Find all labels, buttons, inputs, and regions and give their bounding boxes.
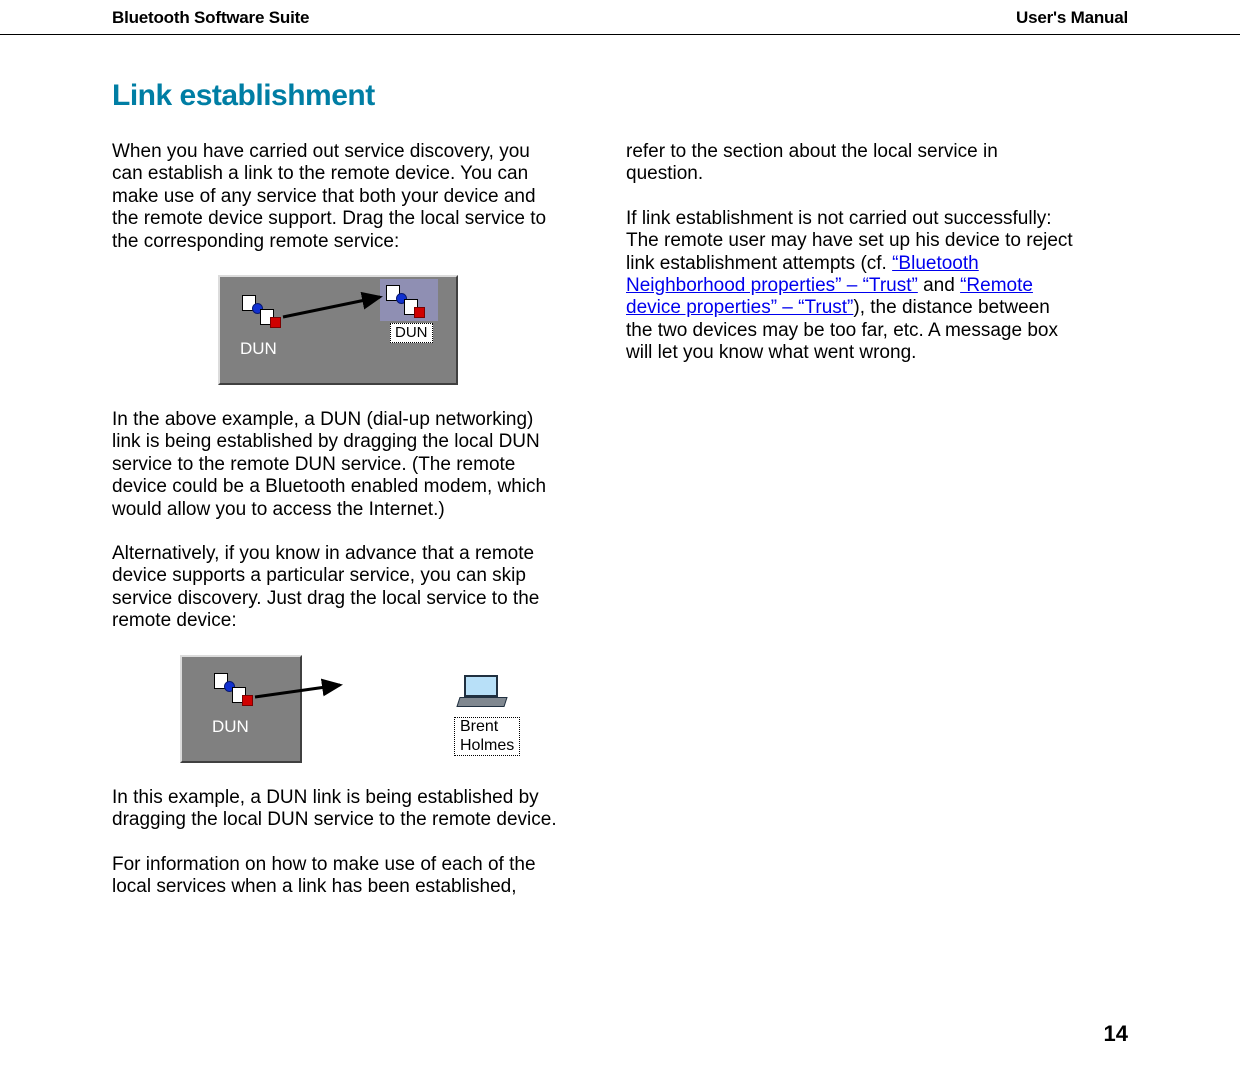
figure-drag-service-to-device: DUN Brent Holmes [112, 655, 564, 763]
column-right: refer to the section about the local ser… [626, 141, 1078, 916]
body-text: In the above example, a DUN (dial-up net… [112, 409, 564, 521]
header-right: User's Manual [1016, 8, 1128, 28]
remote-dun-service-icon [386, 285, 430, 325]
body-text-fragment: If link establishment is not carried out… [626, 208, 1073, 274]
page-header: Bluetooth Software Suite User's Manual [0, 0, 1240, 35]
page-content: Link establishment When you have carried… [0, 35, 1240, 916]
column-left: When you have carried out service discov… [112, 141, 564, 916]
body-text: If link establishment is not carried out… [626, 208, 1078, 365]
body-text: For information on how to make use of ea… [112, 854, 564, 899]
remote-device-label: Brent Holmes [454, 717, 520, 757]
drag-arrow-icon [280, 291, 390, 325]
two-column-layout: When you have carried out service discov… [112, 141, 1128, 916]
local-service-label: DUN [212, 717, 249, 737]
body-text: When you have carried out service discov… [112, 141, 564, 253]
body-text: Alternatively, if you know in advance th… [112, 543, 564, 633]
page-number: 14 [1104, 1021, 1128, 1047]
remote-device-laptop-icon [458, 675, 508, 709]
section-heading: Link establishment [112, 79, 1128, 113]
body-text: refer to the section about the local ser… [626, 141, 1078, 186]
drag-arrow-icon [252, 677, 348, 707]
remote-service-label: DUN [390, 323, 433, 343]
local-service-label: DUN [240, 339, 277, 359]
figure-drag-service-to-service: DUN DUN [112, 275, 564, 385]
header-left: Bluetooth Software Suite [112, 8, 309, 28]
body-text-fragment: and [918, 275, 960, 296]
body-text: In this example, a DUN link is being est… [112, 787, 564, 832]
